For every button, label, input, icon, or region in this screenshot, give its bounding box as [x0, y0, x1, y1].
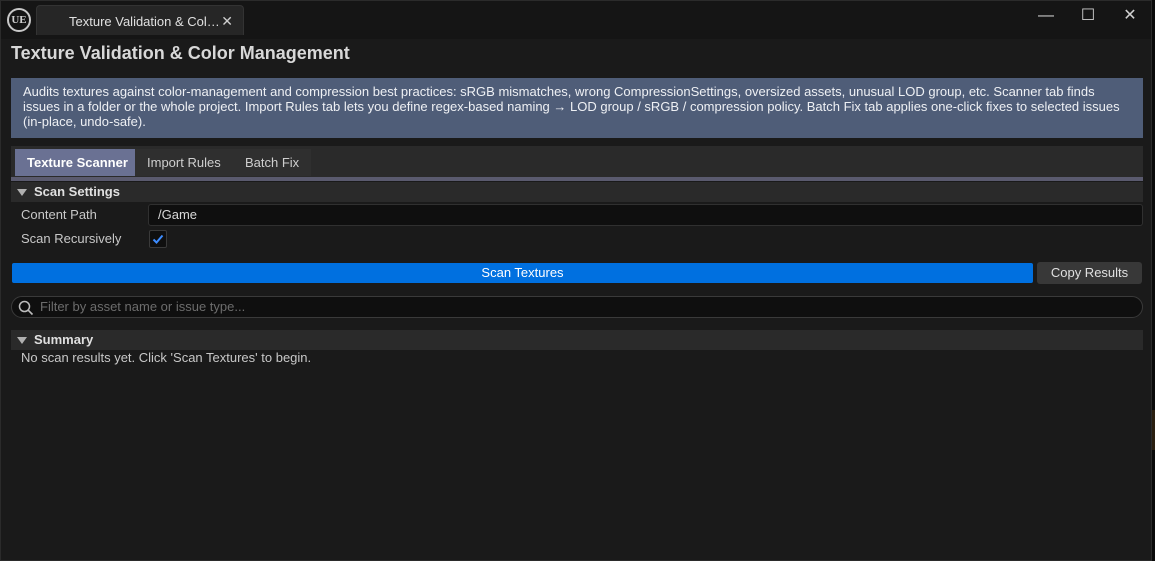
summary-message: No scan results yet. Click 'Scan Texture…: [21, 350, 312, 365]
title-bar: UE Texture Validation & Col… ✕ — ☐ ✕: [1, 1, 1151, 39]
content-path-input[interactable]: /Game: [148, 204, 1143, 226]
minimize-button[interactable]: —: [1031, 5, 1061, 27]
tab-underline: [11, 177, 1143, 181]
copy-results-button[interactable]: Copy Results: [1037, 262, 1142, 284]
scan-settings-title: Scan Settings: [34, 184, 120, 199]
tab-texture-scanner[interactable]: Texture Scanner: [15, 149, 140, 176]
filter-search-box[interactable]: Filter by asset name or issue type...: [11, 296, 1143, 318]
info-description: Audits textures against color-management…: [11, 78, 1143, 138]
editor-window: UE Texture Validation & Col… ✕ — ☐ ✕ Tex…: [0, 0, 1152, 561]
tab-bar: Texture Scanner Import Rules Batch Fix: [11, 146, 1143, 177]
document-tab-label: Texture Validation & Col…: [69, 14, 219, 29]
tab-batch-fix[interactable]: Batch Fix: [233, 149, 312, 176]
scan-recursively-checkbox[interactable]: [149, 230, 167, 248]
summary-title: Summary: [34, 332, 94, 347]
scan-recursively-label: Scan Recursively: [21, 231, 122, 246]
summary-header[interactable]: Summary: [11, 330, 1143, 350]
maximize-button[interactable]: ☐: [1073, 5, 1103, 27]
document-tab[interactable]: Texture Validation & Col… ✕: [36, 5, 244, 35]
filter-placeholder: Filter by asset name or issue type...: [40, 299, 246, 314]
content-path-label: Content Path: [21, 207, 97, 222]
close-tab-icon[interactable]: ✕: [221, 13, 233, 30]
unreal-logo-icon[interactable]: UE: [7, 8, 31, 32]
search-icon: [18, 300, 34, 316]
scan-settings-header[interactable]: Scan Settings: [11, 182, 1143, 202]
checkmark-icon: [152, 234, 164, 244]
scan-textures-button[interactable]: Scan Textures: [12, 263, 1033, 283]
panel-title: Texture Validation & Color Management: [11, 43, 350, 63]
close-window-button[interactable]: ✕: [1115, 5, 1145, 27]
collapse-triangle-icon: [17, 337, 27, 344]
collapse-triangle-icon: [17, 189, 27, 196]
tab-import-rules[interactable]: Import Rules: [135, 149, 233, 176]
